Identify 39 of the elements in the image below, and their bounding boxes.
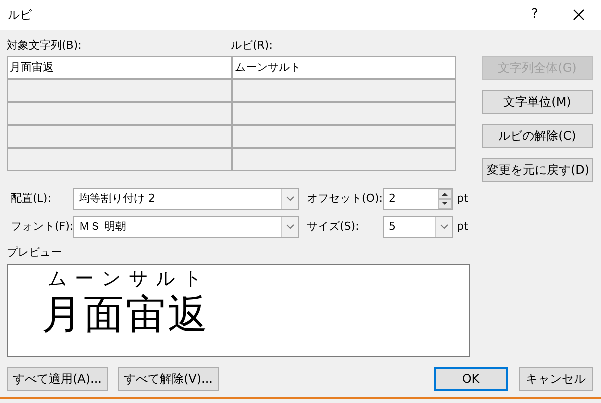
base-text-cell[interactable]	[8, 126, 231, 147]
ruby-text-cell[interactable]: ムーンサルト	[233, 57, 455, 78]
close-icon[interactable]	[573, 9, 585, 21]
base-text-cell[interactable]: 月面宙返	[8, 57, 231, 78]
chevron-icon	[286, 224, 294, 230]
column-label: 対象文字列(B):	[7, 39, 83, 53]
clear-all-button[interactable]: すべて解除(V)...	[118, 367, 219, 391]
font-dropdown[interactable]: ＭＳ 明朝	[73, 216, 299, 238]
ruby-text-cell[interactable]	[233, 103, 455, 124]
size-dropdown[interactable]: 5	[383, 216, 453, 238]
field-label: フォント(F):	[10, 220, 73, 234]
alignment-dropdown[interactable]: 均等割り付け 2	[73, 188, 299, 210]
chevron-icon	[440, 224, 448, 230]
ruby-text-cell[interactable]	[233, 149, 455, 170]
base-text-cell[interactable]	[8, 149, 231, 170]
unit-label: pt	[456, 220, 468, 234]
offset-spinbox[interactable]: 2	[383, 188, 453, 210]
cancel-button[interactable]: キャンセル	[519, 367, 593, 391]
window-title: ルビ	[8, 8, 33, 22]
action-button[interactable]: 文字単位(M)	[482, 90, 593, 114]
chevron-icon	[286, 196, 294, 202]
preview-label: プレビュー	[7, 246, 63, 260]
ok-button[interactable]: OK	[434, 367, 508, 391]
base-preview-text: 月面宙返	[42, 291, 211, 339]
apply-all-button[interactable]: すべて適用(A)...	[7, 367, 108, 391]
field-label: オフセット(O):	[306, 192, 383, 206]
help-button[interactable]: ?	[513, 8, 557, 22]
spin-arrows-icon[interactable]	[438, 189, 452, 209]
base-text-cell[interactable]	[8, 80, 231, 101]
action-button[interactable]: 変更を元に戻す(D)	[482, 158, 593, 182]
unit-label: pt	[456, 192, 468, 206]
column-label: ルビ(R):	[231, 39, 274, 53]
ruby-text-cell[interactable]	[233, 126, 455, 147]
ruby-text-cell[interactable]	[233, 80, 455, 101]
base-text-cell[interactable]	[8, 103, 231, 124]
ruby-preview-text: ムーンサルト	[47, 267, 211, 291]
field-label: 配置(L):	[10, 192, 52, 206]
action-button[interactable]: ルビの解除(C)	[482, 124, 593, 148]
field-label: サイズ(S):	[306, 220, 360, 234]
